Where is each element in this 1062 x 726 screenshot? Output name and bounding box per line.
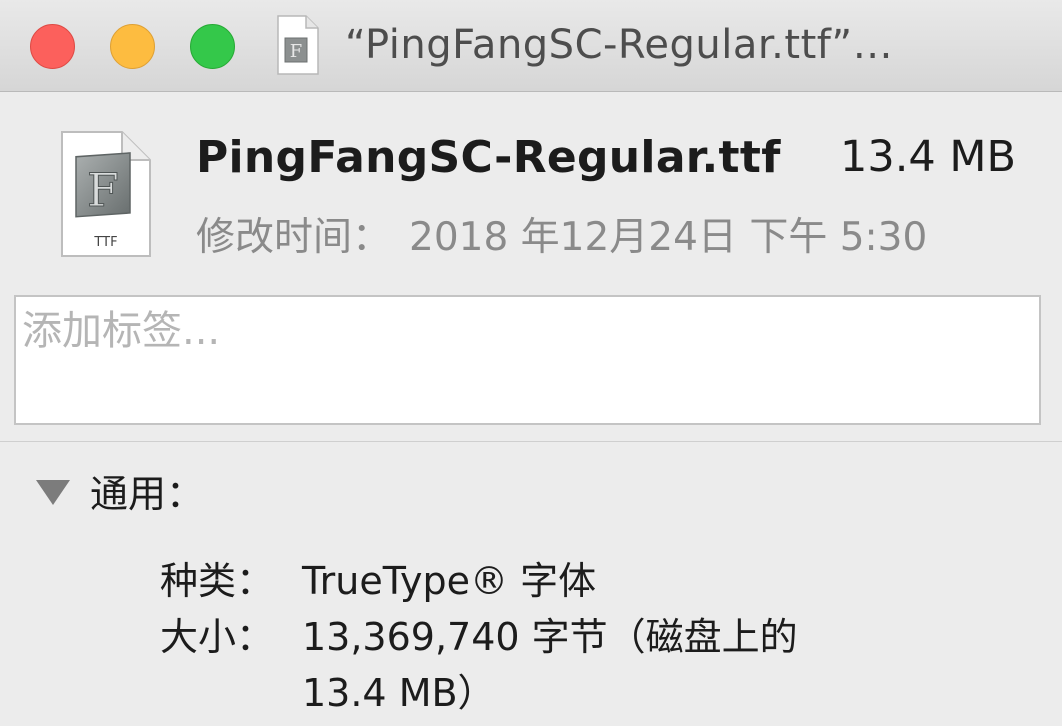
title-bar: F “PingFangSC-Regular.ttf”… bbox=[0, 0, 1062, 92]
size-value-continued: 13.4 MB） bbox=[302, 671, 496, 715]
svg-text:F: F bbox=[290, 41, 303, 62]
size-label: 大小： bbox=[160, 615, 275, 659]
ttf-document-icon[interactable]: F bbox=[276, 14, 320, 76]
modified-label: 修改时间： bbox=[196, 215, 392, 260]
modified-date: 修改时间： 2018 年12月24日 下午 5:30 bbox=[196, 206, 927, 262]
ttf-font-file-icon: F TTF bbox=[61, 131, 151, 257]
svg-text:F: F bbox=[87, 163, 119, 217]
tags-input[interactable] bbox=[20, 307, 1039, 355]
info-row-size-continued: 13.4 MB） bbox=[0, 662, 1062, 715]
info-row-kind: 种类： TrueType® 字体 bbox=[0, 550, 1062, 603]
modified-value: 2018 年12月24日 下午 5:30 bbox=[409, 215, 928, 260]
file-name: PingFangSC-Regular.ttf bbox=[196, 132, 781, 183]
disclosure-triangle-icon[interactable] bbox=[36, 479, 70, 505]
info-row-size: 大小： 13,369,740 字节（磁盘上的 bbox=[0, 606, 1062, 659]
zoom-button[interactable] bbox=[190, 24, 235, 69]
close-button[interactable] bbox=[30, 24, 75, 69]
size-value: 13,369,740 字节（磁盘上的 bbox=[302, 615, 798, 659]
tags-field[interactable] bbox=[14, 295, 1041, 425]
general-section-toggle[interactable]: 通用： bbox=[36, 466, 204, 516]
file-icon-label: TTF bbox=[93, 235, 117, 250]
divider bbox=[0, 441, 1062, 442]
general-section-label: 通用： bbox=[90, 471, 205, 516]
file-size: 13.4 MB bbox=[840, 132, 1017, 182]
minimize-button[interactable] bbox=[110, 24, 155, 69]
kind-value: TrueType® 字体 bbox=[302, 559, 597, 603]
kind-label: 种类： bbox=[160, 559, 275, 603]
window-title: “PingFangSC-Regular.ttf”… bbox=[345, 22, 894, 68]
